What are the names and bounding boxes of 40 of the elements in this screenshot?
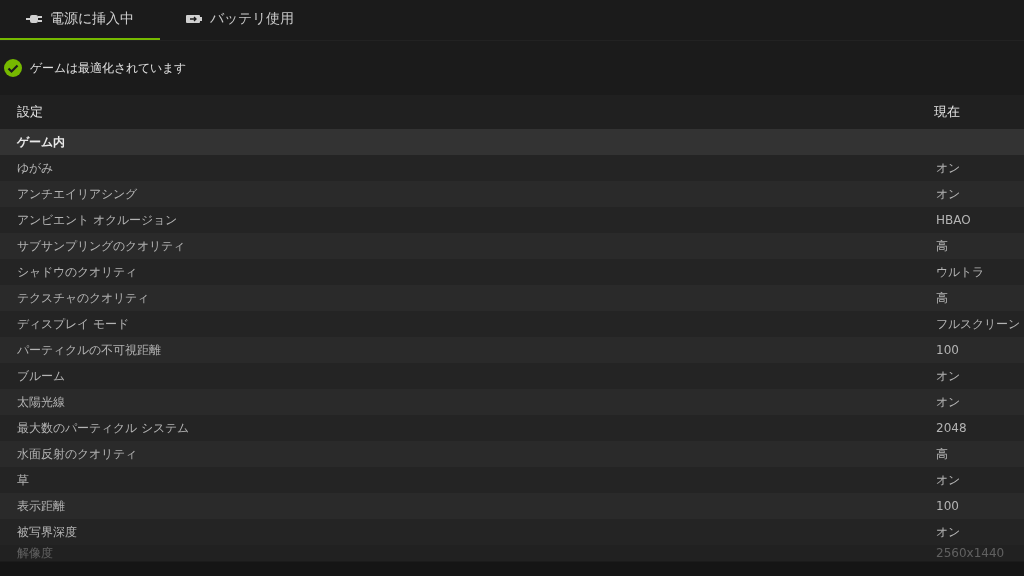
setting-value: 100 xyxy=(936,342,960,358)
setting-name: シャドウのクオリティ xyxy=(17,264,138,280)
setting-value: オン xyxy=(936,524,961,540)
tab[interactable]: 電源に挿入中 xyxy=(0,0,160,40)
setting-value: オン xyxy=(936,160,961,176)
setting-name: アンビエント オクルージョン xyxy=(17,212,178,228)
setting-value: フルスクリーン xyxy=(936,316,1021,332)
setting-name: 水面反射のクオリティ xyxy=(17,446,138,462)
tab[interactable]: バッテリ使用 xyxy=(160,0,320,40)
setting-name: パーティクルの不可視距離 xyxy=(17,342,162,358)
setting-name: 表示距離 xyxy=(17,498,66,514)
setting-value: 高 xyxy=(936,446,949,462)
plug-icon xyxy=(26,14,42,24)
setting-value: オン xyxy=(936,186,961,202)
setting-name: ゆがみ xyxy=(17,160,54,176)
column-header: 設定 xyxy=(17,103,44,121)
status-text: ゲームは最適化されています xyxy=(30,59,186,77)
setting-value: 2048 xyxy=(936,420,968,436)
setting-value: HBAO xyxy=(936,212,972,228)
setting-name: 草 xyxy=(17,472,30,488)
setting-name: 解像度 xyxy=(17,545,54,561)
setting-value: オン xyxy=(936,368,961,384)
setting-value: 100 xyxy=(936,498,960,514)
setting-value: オン xyxy=(936,472,961,488)
setting-value: 高 xyxy=(936,290,949,306)
setting-name: アンチエイリアシング xyxy=(17,186,138,202)
battery-icon xyxy=(186,14,202,24)
setting-name: ディスプレイ モード xyxy=(17,316,130,332)
setting-value: オン xyxy=(936,394,961,410)
setting-value: 高 xyxy=(936,238,949,254)
group-label: ゲーム内 xyxy=(17,134,66,150)
setting-value: ウルトラ xyxy=(936,264,985,280)
setting-name: テクスチャのクオリティ xyxy=(17,290,150,306)
setting-name: サブサンプリングのクオリティ xyxy=(17,238,186,254)
setting-name: 太陽光線 xyxy=(17,394,66,410)
setting-name: ブルーム xyxy=(17,368,66,384)
setting-name: 被写界深度 xyxy=(17,524,78,540)
setting-value: 2560x1440 xyxy=(936,545,1006,561)
column-header: 現在 xyxy=(934,103,961,121)
setting-name: 最大数のパーティクル システム xyxy=(17,420,190,436)
